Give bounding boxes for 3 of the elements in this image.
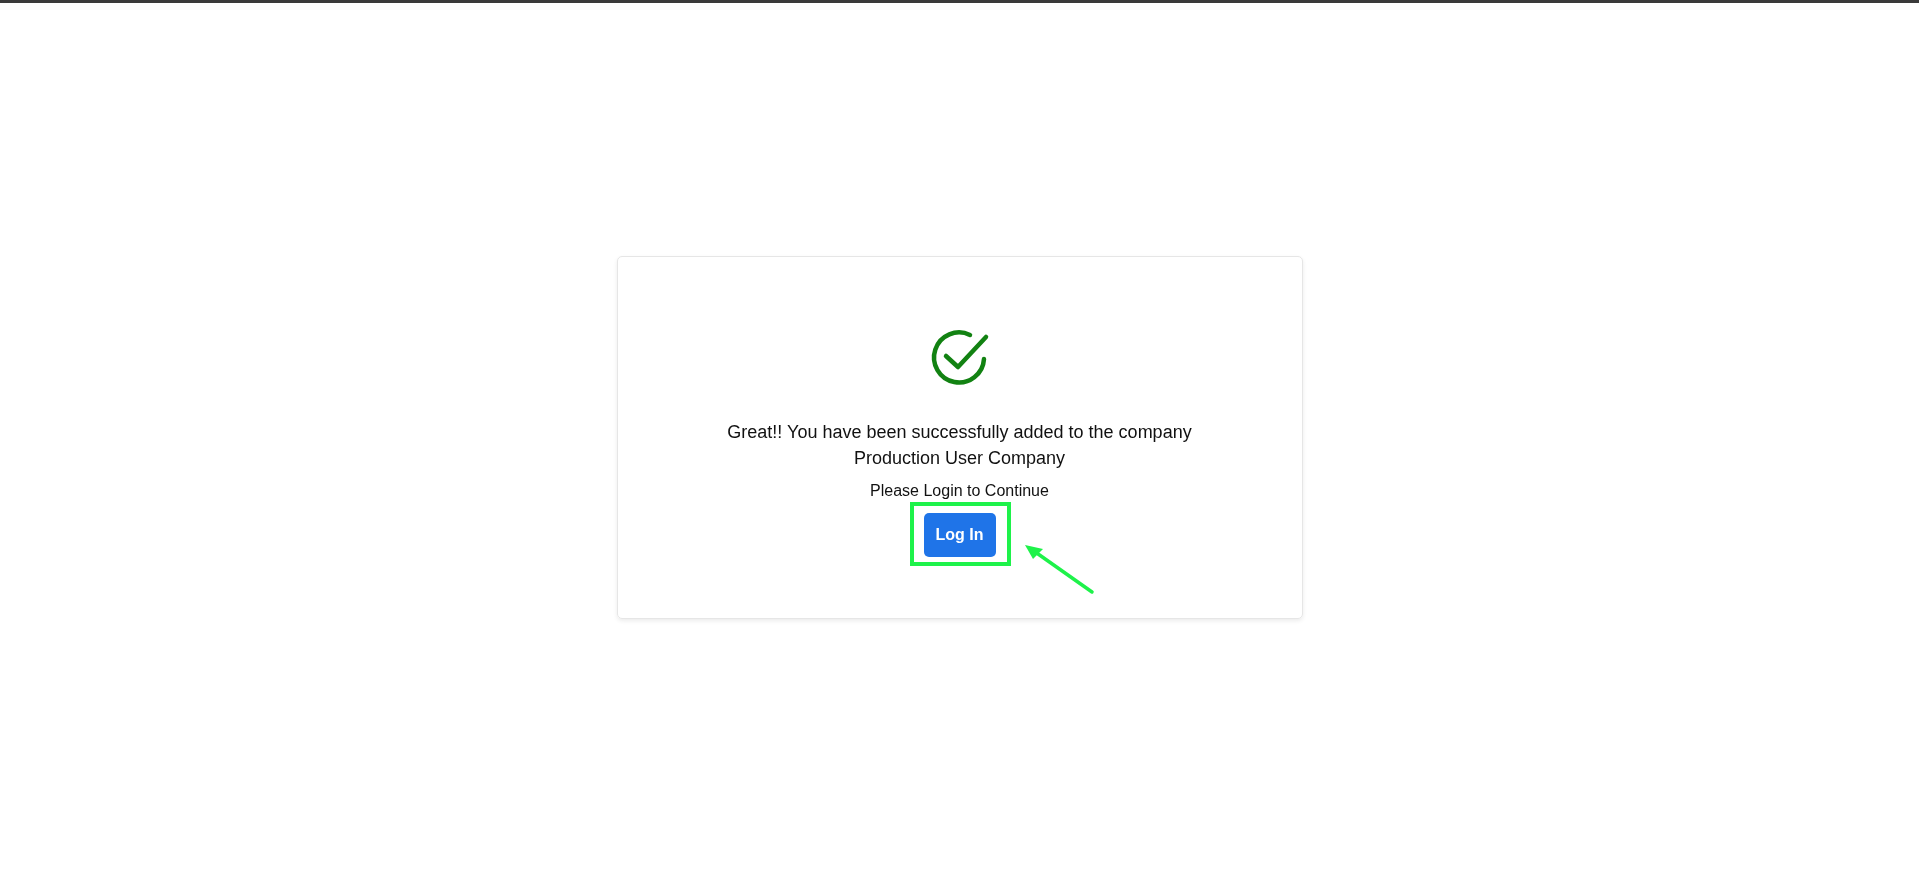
login-button[interactable]: Log In [923, 513, 996, 557]
login-prompt: Please Login to Continue [870, 481, 1049, 501]
success-message: Great!! You have been successfully added to the company Production User Company [727, 421, 1192, 470]
